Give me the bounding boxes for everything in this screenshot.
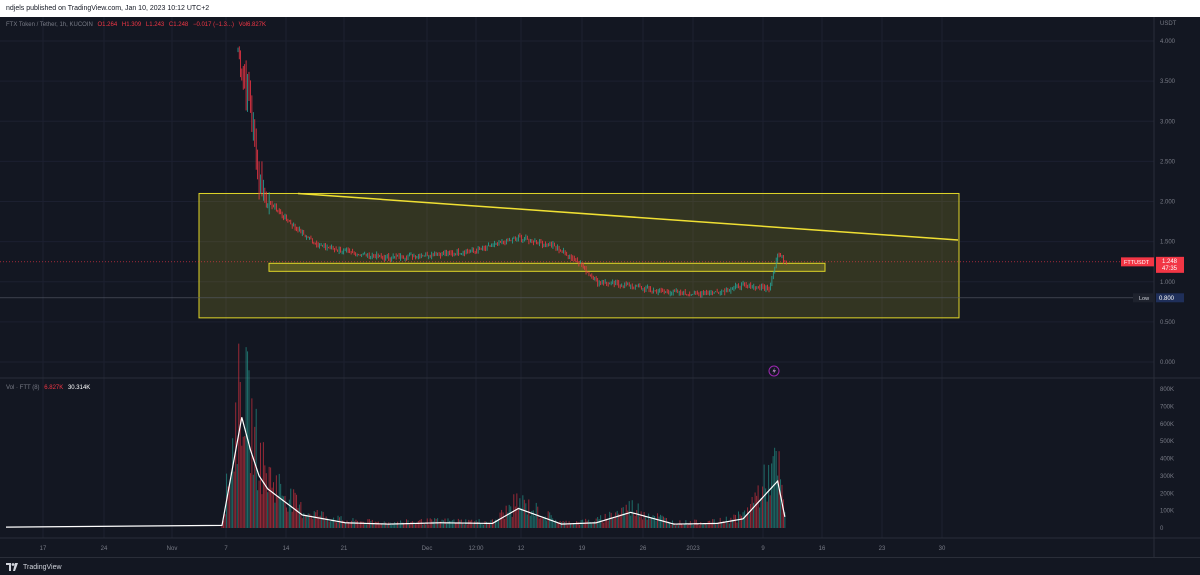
volume-ma-line xyxy=(5,417,786,528)
chart-svg[interactable]: FTX Token / Tether, 1h, KUCOIN O1.264 H1… xyxy=(0,17,1200,557)
time-label: 16 xyxy=(819,546,826,552)
low-value: 0.800 xyxy=(1159,296,1175,302)
legend-vol: Vol6.827K xyxy=(239,22,266,28)
volume-tick: 0 xyxy=(1160,526,1164,532)
price-tick: 3.500 xyxy=(1160,79,1176,85)
time-label: 21 xyxy=(341,546,348,552)
volume-value-1: 6.827K xyxy=(44,385,63,391)
volume-tick: 100K xyxy=(1160,509,1174,515)
volume-value-2: 30.314K xyxy=(68,385,90,391)
time-label: 2023 xyxy=(686,546,700,552)
svg-text:Vol · FTT (8) 6.827K: Vol · FTT (8) 6.827K 30.314K xyxy=(6,385,90,391)
symbol-tag-label: FTTUSDT xyxy=(1124,260,1150,266)
volume-series xyxy=(5,343,786,528)
volume-tick: 500K xyxy=(1160,439,1174,445)
footer: TradingView xyxy=(0,557,1200,575)
support-rectangle[interactable] xyxy=(268,262,826,272)
time-label: 23 xyxy=(879,546,886,552)
volume-axis[interactable]: 800K 700K 600K 500K 400K 300K 200K 100K 0 xyxy=(1160,387,1174,532)
lightning-icon[interactable] xyxy=(768,365,780,377)
last-price-tag: FTTUSDT 1.248 47:35 xyxy=(1121,256,1184,273)
price-tick: 2.000 xyxy=(1160,200,1176,206)
legend-change: −0.017 (−1.3...) xyxy=(193,22,234,28)
time-label: 7 xyxy=(224,546,228,552)
time-label: 12:00 xyxy=(468,546,484,552)
legend-open: O1.264 xyxy=(98,22,118,28)
price-tick: 1.500 xyxy=(1160,240,1176,246)
legend-symbol: FTX Token / Tether, 1h, KUCOIN xyxy=(6,22,93,28)
drawings-layer[interactable] xyxy=(198,192,960,319)
time-label: 24 xyxy=(101,546,108,552)
volume-tick: 400K xyxy=(1160,457,1174,463)
time-label: 17 xyxy=(40,546,47,552)
volume-tick: 200K xyxy=(1160,491,1174,497)
legend-close: C1.248 xyxy=(169,22,189,28)
chart-area[interactable]: FTX Token / Tether, 1h, KUCOIN O1.264 H1… xyxy=(0,17,1200,557)
time-label: 30 xyxy=(939,546,946,552)
countdown-value: 47:35 xyxy=(1162,266,1178,272)
volume-legend[interactable]: Vol · FTT (8) 6.827K 30.314K xyxy=(6,385,90,391)
time-label: 12 xyxy=(518,546,525,552)
volume-tick: 800K xyxy=(1160,387,1174,393)
low-label: Low xyxy=(1139,296,1149,302)
volume-tick: 300K xyxy=(1160,474,1174,480)
legend-high: H1.309 xyxy=(122,22,142,28)
brand[interactable]: TradingView xyxy=(6,561,62,573)
price-tick: 0.000 xyxy=(1160,360,1176,366)
last-price-value: 1.248 xyxy=(1162,259,1178,265)
brand-name: TradingView xyxy=(23,563,62,571)
time-label: 14 xyxy=(283,546,290,552)
tradingview-logo-icon xyxy=(6,563,18,571)
volume-legend-label: Vol · FTT (8) xyxy=(6,385,40,391)
volume-tick: 600K xyxy=(1160,422,1174,428)
legend-low: L1.243 xyxy=(146,22,165,28)
price-tick: 1.000 xyxy=(1160,280,1176,286)
price-axis[interactable]: USDT 4.000 3.500 3.000 2.500 2.000 1.500 1.000… xyxy=(1160,21,1177,366)
currency-label: USDT xyxy=(1160,21,1177,27)
symbol-legend[interactable]: FTX Token / Tether, 1h, KUCOIN O1.264 H1… xyxy=(6,22,266,28)
time-label: Nov xyxy=(167,546,178,552)
time-label: 9 xyxy=(761,546,765,552)
volume-tick: 700K xyxy=(1160,404,1174,410)
price-tick: 2.500 xyxy=(1160,159,1176,165)
price-tick: 3.000 xyxy=(1160,119,1176,125)
publish-header: ndjels published on TradingView.com, Jan… xyxy=(0,0,1200,17)
price-tick: 0.500 xyxy=(1160,320,1176,326)
publish-text: ndjels published on TradingView.com, Jan… xyxy=(6,5,210,12)
range-rectangle[interactable] xyxy=(198,192,960,319)
svg-text:FTX Token / Tether, 1h, KUCOIN: FTX Token / Tether, 1h, KUCOIN O1.264 H1… xyxy=(6,22,266,28)
time-axis[interactable]: 17 24 Nov 7 14 21 Dec 12:00 12 19 26 2023 9 16 23 30 xyxy=(40,546,946,552)
price-tick: 4.000 xyxy=(1160,39,1176,45)
low-price-tag: Low 0.800 xyxy=(1133,293,1184,303)
time-label: 26 xyxy=(640,546,647,552)
time-label: 19 xyxy=(579,546,586,552)
time-label: Dec xyxy=(422,546,433,552)
